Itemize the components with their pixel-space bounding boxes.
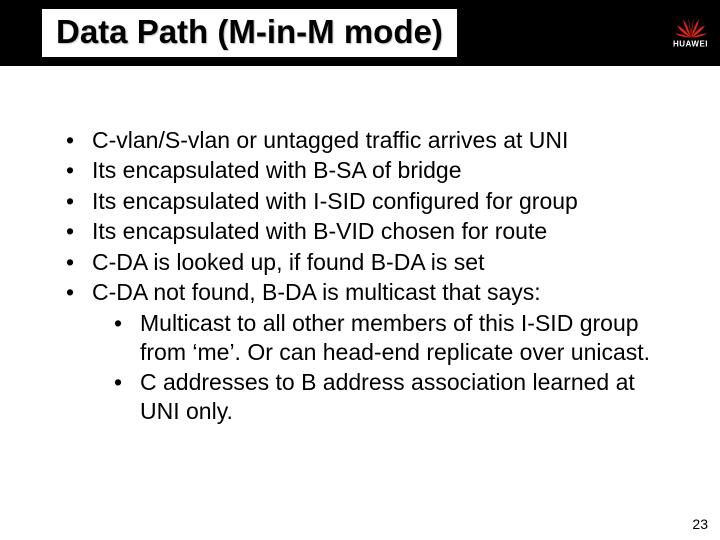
bullet-item: Its encapsulated with B-VID chosen for r… [66,217,680,246]
sub-bullet-text: Multicast to all other members of this I… [140,310,650,365]
bullet-item: Its encapsulated with B-SA of bridge [66,156,680,185]
huawei-logo: HUAWEI [673,18,708,49]
bullet-text: C-DA is looked up, if found B-DA is set [92,249,484,275]
bullet-item: C-vlan/S-vlan or untagged traffic arrive… [66,126,680,155]
bullet-text: C-vlan/S-vlan or untagged traffic arrive… [92,127,568,153]
sub-bullet-text: C addresses to B address association lea… [140,369,635,424]
bullet-item: C-DA is looked up, if found B-DA is set [66,248,680,277]
bullet-item: C-DA not found, B-DA is multicast that s… [66,278,680,426]
sub-bullet-item: Multicast to all other members of this I… [114,309,680,368]
slide-title: Data Path (M-in-M mode) [42,9,457,57]
bullet-list: C-vlan/S-vlan or untagged traffic arrive… [66,126,680,426]
sub-bullet-item: C addresses to B address association lea… [114,368,680,427]
slide: Data Path (M-in-M mode) HUAWEI C-vlan/S-… [0,0,720,540]
bullet-text: Its encapsulated with B-SA of bridge [92,157,462,183]
bullet-text: C-DA not found, B-DA is multicast that s… [92,279,541,305]
huawei-logo-icon [674,18,708,40]
bullet-text: Its encapsulated with B-VID chosen for r… [92,218,547,244]
slide-body: C-vlan/S-vlan or untagged traffic arrive… [0,66,720,426]
title-bar: Data Path (M-in-M mode) HUAWEI [0,0,720,66]
sub-bullet-list: Multicast to all other members of this I… [114,309,680,427]
page-number: 23 [692,516,708,532]
bullet-text: Its encapsulated with I-SID configured f… [92,188,578,214]
bullet-item: Its encapsulated with I-SID configured f… [66,187,680,216]
huawei-logo-text: HUAWEI [673,41,708,49]
